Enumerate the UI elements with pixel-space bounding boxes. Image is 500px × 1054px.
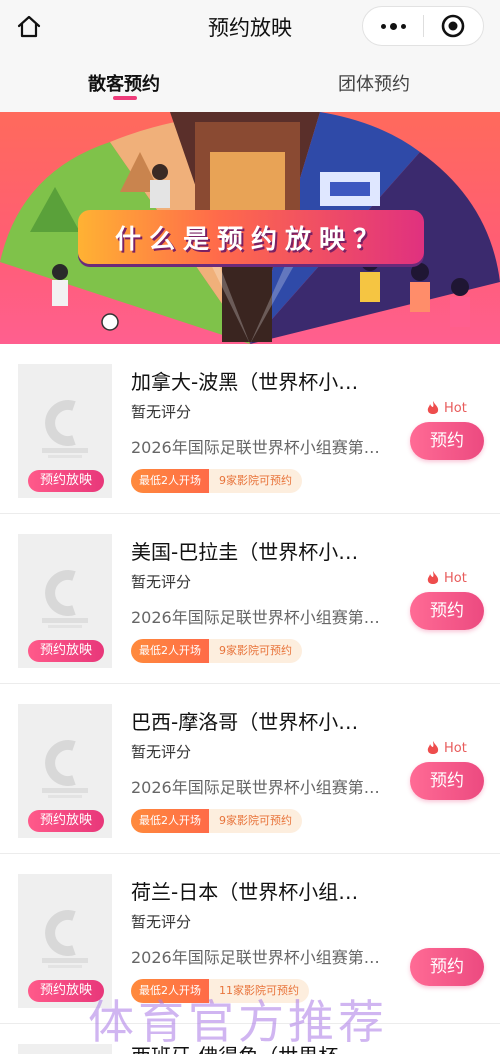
movie-tags: 最低2人开场 9家影院可预约	[131, 469, 302, 493]
banner-title: 什么是预约放映？	[114, 224, 387, 255]
movie-title: 荷兰-日本（世界杯小组…	[131, 880, 359, 904]
movie-description: 2026年国际足联世界杯小组赛第…	[131, 438, 380, 457]
more-button[interactable]	[363, 7, 423, 45]
tab-individual-booking[interactable]: 散客预约	[88, 70, 160, 96]
promo-banner[interactable]: 什么是预约放映？	[0, 112, 500, 344]
more-dots-icon	[380, 23, 386, 29]
movie-title: 美国-巴拉圭（世界杯小…	[131, 540, 359, 564]
cinema-count-tag: 9家影院可预约	[209, 469, 302, 493]
movie-description: 2026年国际足联世界杯小组赛第…	[131, 608, 380, 627]
movie-description: 2026年国际足联世界杯小组赛第…	[131, 948, 380, 967]
hot-text: Hot	[444, 400, 467, 416]
cinema-logo-icon	[42, 910, 88, 968]
tab-group-booking[interactable]: 团体预约	[338, 70, 410, 96]
movie-poster-placeholder: 预约放映	[18, 534, 112, 668]
movie-card[interactable]: 预约放映 加拿大-波黑（世界杯小… 暂无评分 2026年国际足联世界杯小组赛第……	[0, 344, 500, 514]
book-button[interactable]: 预约	[410, 592, 484, 630]
min-people-tag: 最低2人开场	[131, 639, 209, 663]
flame-icon	[427, 401, 439, 414]
cinema-logo-icon	[42, 740, 88, 798]
screening-badge: 预约放映	[28, 640, 104, 662]
book-button[interactable]: 预约	[410, 948, 484, 986]
cinema-logo-icon	[42, 400, 88, 458]
movie-card[interactable]: 预约放映 巴西-摩洛哥（世界杯小… 暂无评分 2026年国际足联世界杯小组赛第……	[0, 684, 500, 854]
mini-program-capsule	[362, 6, 484, 46]
book-button[interactable]: 预约	[410, 422, 484, 460]
hot-text: Hot	[444, 740, 467, 756]
movie-poster-placeholder: 预约放映	[18, 704, 112, 838]
cinema-count-tag: 9家影院可预约	[209, 639, 302, 663]
movie-tags: 最低2人开场 9家影院可预约	[131, 809, 302, 833]
banner-title-box: 什么是预约放映？	[78, 210, 424, 264]
hot-label: Hot	[426, 570, 467, 586]
min-people-tag: 最低2人开场	[131, 809, 209, 833]
hot-label: Hot	[426, 400, 467, 416]
screening-badge: 预约放映	[28, 810, 104, 832]
movie-description: 2026年国际足联世界杯小组赛第…	[131, 778, 380, 797]
movie-title: 巴西-摩洛哥（世界杯小…	[131, 710, 359, 734]
movie-rating: 暂无评分	[131, 913, 192, 931]
movie-tags: 最低2人开场 9家影院可预约	[131, 639, 302, 663]
movie-poster-placeholder: 预约放映	[18, 364, 112, 498]
book-button[interactable]: 预约	[410, 762, 484, 800]
active-tab-indicator	[113, 96, 137, 100]
flame-icon	[427, 571, 439, 584]
cinema-count-tag: 9家影院可预约	[209, 809, 302, 833]
top-nav-bar: 预约放映	[0, 0, 500, 54]
movie-card[interactable]: 预约放映 美国-巴拉圭（世界杯小… 暂无评分 2026年国际足联世界杯小组赛第……	[0, 514, 500, 684]
movie-rating: 暂无评分	[131, 403, 192, 421]
flame-icon	[427, 741, 439, 754]
target-close-icon	[442, 14, 465, 38]
watermark-text: 体育官方推荐	[88, 995, 388, 1049]
movie-rating: 暂无评分	[131, 573, 192, 591]
movie-title: 加拿大-波黑（世界杯小…	[131, 370, 359, 394]
booking-type-tabs: 散客预约 团体预约	[0, 54, 500, 112]
screening-badge: 预约放映	[28, 470, 104, 492]
min-people-tag: 最低2人开场	[131, 469, 209, 493]
close-button[interactable]	[424, 7, 483, 45]
hot-text: Hot	[444, 570, 467, 586]
hot-label: Hot	[426, 740, 467, 756]
cinema-logo-icon	[42, 570, 88, 628]
movie-rating: 暂无评分	[131, 743, 192, 761]
